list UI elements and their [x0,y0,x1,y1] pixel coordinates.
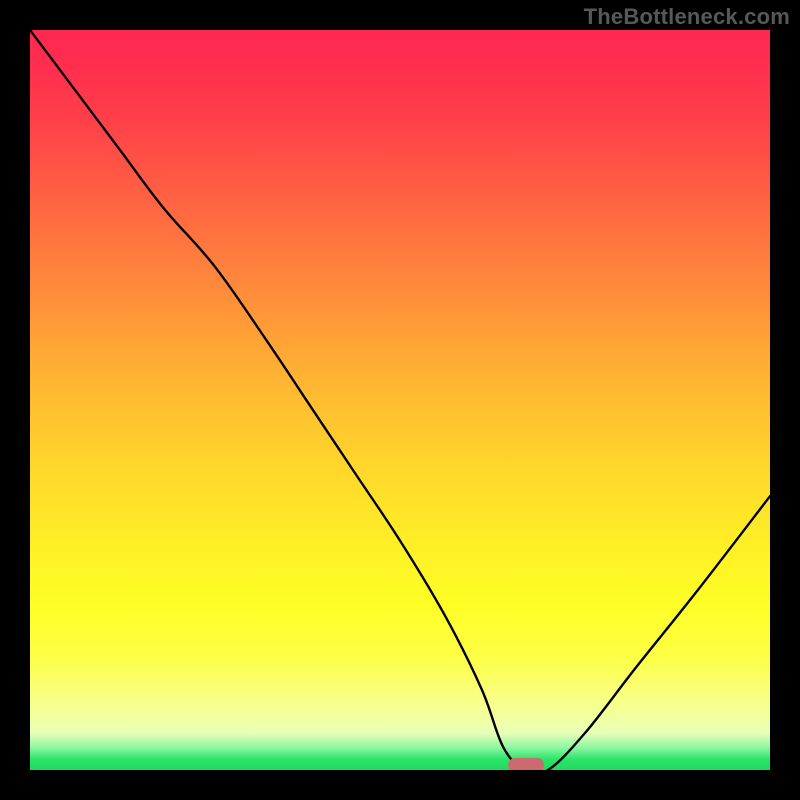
curve-path [30,30,770,770]
chart-container: TheBottleneck.com [0,0,800,800]
bottleneck-curve [30,30,770,770]
plot-area [30,30,770,770]
watermark-text: TheBottleneck.com [584,4,790,30]
optimal-marker [508,758,544,770]
